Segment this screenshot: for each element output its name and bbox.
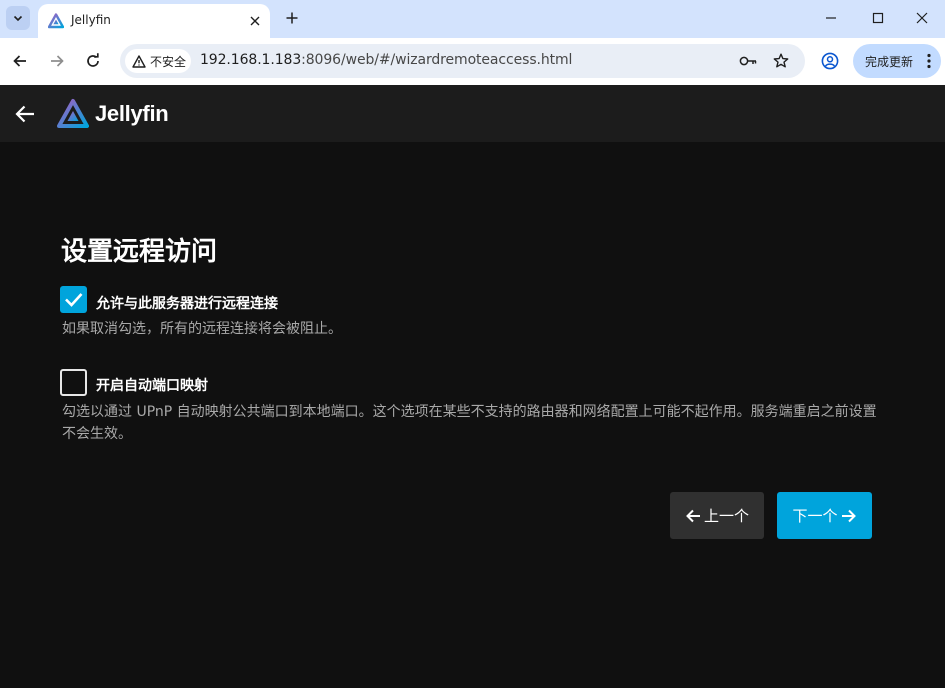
remote-access-label[interactable]: 允许与此服务器进行远程连接 <box>96 293 278 313</box>
update-label: 完成更新 <box>865 54 914 69</box>
check-icon <box>65 293 83 307</box>
arrow-left-icon <box>686 509 700 522</box>
address-bar[interactable]: 不安全 192.168.1.183:8096/web/#/wizardremot… <box>120 44 805 78</box>
chevron-down-icon <box>13 15 23 22</box>
arrow-right-icon <box>841 509 856 522</box>
security-chip[interactable]: 不安全 <box>125 49 191 73</box>
profile-icon <box>821 52 839 70</box>
browser-tab[interactable]: Jellyfin <box>38 4 270 38</box>
password-key-button[interactable] <box>739 52 757 70</box>
warning-icon <box>132 54 146 68</box>
key-icon <box>739 56 757 66</box>
profile-button[interactable] <box>818 49 842 73</box>
page-title: 设置远程访问 <box>61 237 218 267</box>
forward-button[interactable] <box>44 48 70 74</box>
plus-icon <box>286 12 298 24</box>
tab-search-button[interactable] <box>6 6 30 30</box>
remote-access-help: 如果取消勾选，所有的远程连接将会被阻止。 <box>62 321 342 337</box>
previous-label: 上一个 <box>703 507 749 525</box>
url-path: :8096/web/#/wizardremoteaccess.html <box>301 52 573 68</box>
maximize-icon <box>872 12 884 24</box>
window-close-button[interactable] <box>899 0 945 36</box>
back-button[interactable] <box>7 48 33 74</box>
remote-access-checkbox[interactable] <box>60 286 87 313</box>
tab-close-button[interactable] <box>246 12 264 30</box>
header-back-button[interactable] <box>12 101 38 127</box>
next-button[interactable]: 下一个 <box>777 492 872 539</box>
url-host: 192.168.1.183 <box>200 52 302 68</box>
next-label: 下一个 <box>792 507 838 525</box>
app-header: Jellyfin <box>0 85 945 142</box>
arrow-left-icon <box>15 105 34 123</box>
port-mapping-label[interactable]: 开启自动端口映射 <box>96 375 208 395</box>
reload-button[interactable] <box>80 48 106 74</box>
previous-button[interactable]: 上一个 <box>670 492 764 539</box>
url-text: 192.168.1.183:8096/web/#/wizardremoteacc… <box>200 52 572 68</box>
port-mapping-checkbox[interactable] <box>60 369 87 396</box>
reload-icon <box>87 53 99 67</box>
forward-icon <box>51 55 64 67</box>
back-icon <box>13 55 26 67</box>
close-icon <box>916 12 928 24</box>
close-icon <box>250 16 260 26</box>
browser-tab-strip: Jellyfin <box>0 0 945 38</box>
brand-name: Jellyfin <box>95 101 169 126</box>
browser-toolbar: 不安全 192.168.1.183:8096/web/#/wizardremot… <box>0 38 945 85</box>
port-mapping-help: 勾选以通过 UPnP 自动映射公共端口到本地端口。这个选项在某些不支持的路由器和… <box>62 404 877 442</box>
jellyfin-logo-icon <box>48 13 64 29</box>
page-scrollbar[interactable] <box>937 142 945 688</box>
new-tab-button[interactable] <box>280 6 304 30</box>
minimize-icon <box>826 17 836 19</box>
maximize-button[interactable] <box>855 0 901 36</box>
star-icon <box>773 53 789 68</box>
jellyfin-logo-icon[interactable] <box>57 98 89 130</box>
bookmark-button[interactable] <box>772 52 790 70</box>
kebab-icon <box>927 53 931 69</box>
update-button[interactable]: 完成更新 <box>853 44 941 78</box>
tab-title: Jellyfin <box>71 13 111 27</box>
minimize-button[interactable] <box>808 0 854 36</box>
security-label: 不安全 <box>150 54 187 69</box>
